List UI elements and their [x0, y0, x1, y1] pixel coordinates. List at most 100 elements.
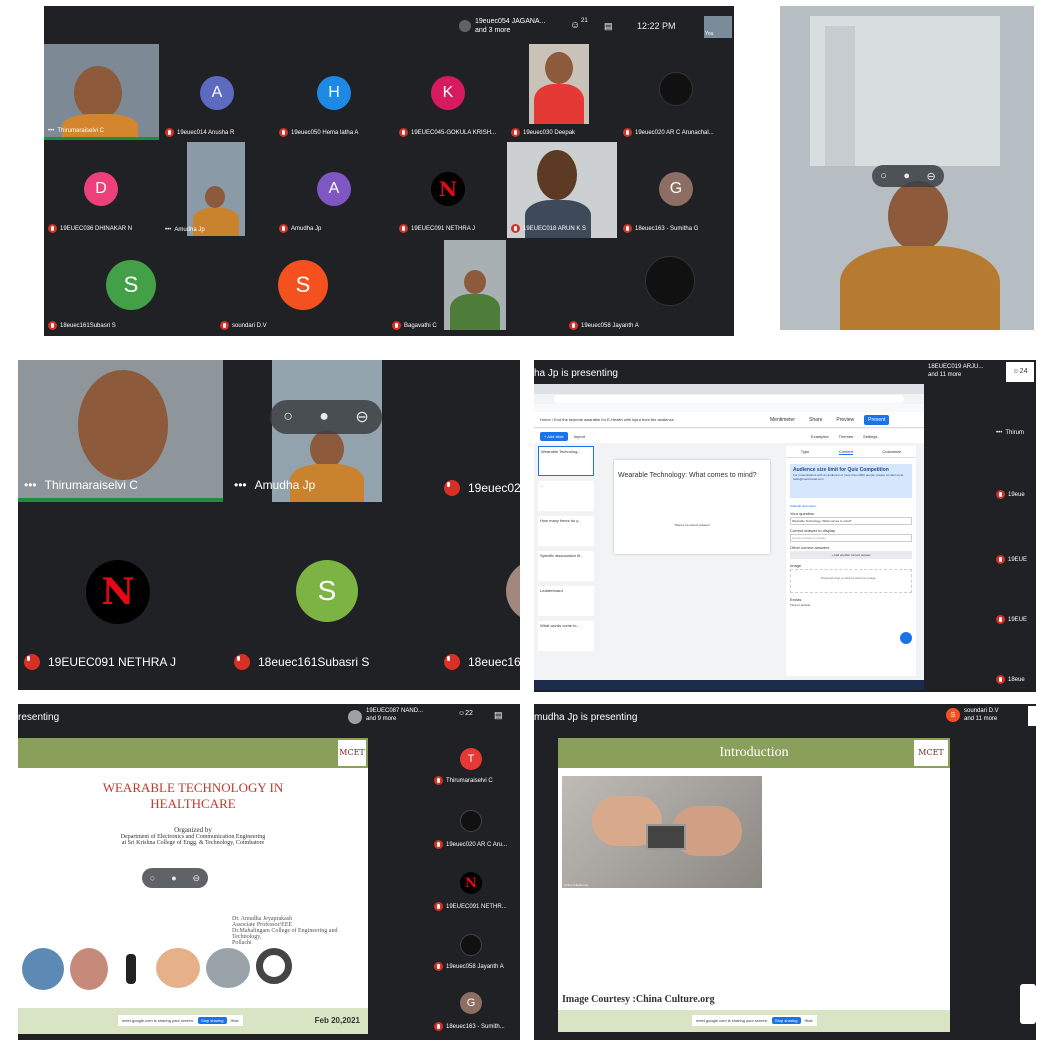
participant-avatar: D — [84, 172, 118, 206]
slide-canvas[interactable]: Wearable Technology: What comes to mind?… — [614, 460, 770, 554]
correct-answer-input[interactable]: Correct answer to display — [790, 534, 912, 542]
no-correct-text: There's no correct answer! — [674, 523, 710, 527]
hide-button[interactable]: Hide — [231, 1018, 239, 1023]
more-options-icon[interactable]: ••• — [48, 128, 54, 134]
mic-off-icon — [623, 224, 632, 233]
intro-presenting-panel: mudha Jp is presenting S soundari D.V an… — [534, 704, 1036, 1040]
participant-name-row: 19euec02 — [444, 480, 520, 496]
mic-off-icon — [511, 128, 520, 137]
people-button[interactable]: ☺22 — [458, 710, 473, 717]
import-button[interactable]: Import — [574, 434, 585, 439]
more-options-icon[interactable]: ••• — [165, 227, 171, 233]
tab-customize[interactable]: Customize — [882, 449, 901, 454]
pin-icon[interactable]: ○ — [880, 170, 887, 182]
mic-off-icon — [279, 128, 288, 137]
participant-name-row: ••• Amudha Jp — [234, 478, 315, 492]
tile-controls: ○ ● ⊖ — [142, 868, 208, 888]
remove-icon[interactable]: ⊖ — [355, 407, 368, 427]
participant-name-row: 18euec161Subasri S — [48, 321, 116, 330]
stop-sharing-button[interactable]: Stop sharing — [772, 1017, 801, 1024]
image-caption: China Culture.org — [564, 883, 588, 887]
menti-breadcrumb[interactable]: Home / End the keynote wearable for E-He… — [540, 417, 710, 422]
speaker-college: Dr.Mahalingam College of Engineering and… — [232, 928, 338, 940]
people-icon[interactable]: ☺ — [570, 20, 580, 31]
extras-label: Extras — [790, 597, 802, 602]
question-input[interactable]: Wearable Technology: What comes to mind? — [790, 517, 912, 525]
add-description-link[interactable]: Add/edit description — [790, 504, 912, 508]
more-options-icon[interactable]: ••• — [234, 478, 247, 492]
participant-name: Thirum — [1005, 430, 1024, 436]
presentation-slide: MCET WEARABLE TECHNOLOGY IN HEALTHCARE O… — [18, 738, 368, 1034]
slide-thumb[interactable]: Wearable Technolog... — [538, 446, 594, 476]
mic-off-icon — [511, 224, 520, 233]
pin-icon[interactable]: ○ — [283, 408, 293, 426]
device-images — [22, 948, 292, 990]
participant-name: Amudha Jp — [291, 225, 322, 232]
hide-button[interactable]: Hide — [805, 1018, 813, 1023]
presenting-label: resenting — [18, 712, 60, 723]
preview-button[interactable]: Preview — [836, 417, 854, 423]
participant-name: 19EUEC091 NETHRA J — [48, 655, 177, 669]
mute-icon[interactable]: ● — [903, 170, 910, 182]
more-options-icon[interactable]: ••• — [996, 430, 1002, 436]
add-another-button[interactable]: + Add another correct answer — [790, 551, 912, 559]
mute-icon[interactable]: ● — [171, 873, 176, 883]
participant-avatar — [645, 256, 695, 306]
netflix-icon: N — [431, 172, 465, 206]
slide-thumb[interactable]: How many times do y... — [538, 516, 594, 546]
chat-icon[interactable]: ▤ — [494, 710, 503, 721]
present-button[interactable]: Present — [864, 414, 890, 425]
remove-icon[interactable]: ⊖ — [927, 170, 936, 183]
mic-off-icon — [434, 840, 443, 849]
people-button[interactable] — [1028, 706, 1036, 726]
image-dropzone[interactable]: Drag and drop or click to select an imag… — [790, 569, 912, 593]
netflix-icon: N — [460, 872, 482, 894]
avatar-initial: S — [295, 272, 311, 297]
participant-name-row: 19eue — [996, 490, 1025, 499]
participant-name: 19EUE — [1008, 556, 1028, 563]
mic-off-icon — [392, 321, 401, 330]
address-bar[interactable] — [554, 395, 904, 403]
mic-off-icon — [234, 654, 250, 670]
mic-off-icon — [623, 128, 632, 137]
more-options-icon[interactable]: ••• — [24, 478, 37, 492]
mute-icon[interactable]: ● — [319, 408, 329, 426]
share-button[interactable]: Share — [809, 417, 822, 423]
chat-icon[interactable]: ▤ — [604, 21, 613, 32]
slide-thumb[interactable]: ... — [538, 481, 594, 511]
tab-content[interactable]: Content — [838, 449, 853, 455]
slide-thumb[interactable]: What words come to... — [538, 621, 594, 651]
presenting-label: mudha Jp is presenting — [534, 712, 638, 723]
people-button[interactable]: ☺24 — [1006, 362, 1034, 382]
mic-off-icon — [399, 224, 408, 233]
add-slide-button[interactable]: + Add slide — [540, 431, 568, 441]
stop-sharing-button[interactable]: Stop sharing — [198, 1017, 227, 1024]
participant-name-row: Thirumaraiselvi C — [434, 776, 493, 785]
slide-thumb[interactable]: Leaderboard — [538, 586, 594, 616]
menti-name[interactable]: Mentimeter — [770, 417, 795, 423]
participant-name: Thirumaraiselvi C — [57, 128, 104, 134]
themes-button[interactable]: Themes — [839, 434, 853, 439]
participant-video — [444, 240, 506, 330]
share-notice: meet.google.com is sharing your screen. — [122, 1018, 195, 1023]
settings-button[interactable]: Settings — [863, 434, 877, 439]
participant-name-row: ••• Thirumaraiselvi C — [24, 478, 138, 492]
your-question-label: Your question — [790, 511, 815, 516]
participant-name: 18euec16 — [468, 655, 520, 669]
slide-thumb[interactable]: Specific dissociation fil... — [538, 551, 594, 581]
participant-face — [545, 52, 573, 84]
help-icon[interactable] — [900, 632, 912, 644]
avatar-initial: D — [95, 180, 107, 197]
participant-face — [888, 181, 948, 251]
tab-type[interactable]: Type — [801, 449, 810, 454]
participant-name: 19euec020 AR C Arunachal... — [635, 129, 714, 136]
browser-window: Home / End the keynote wearable for E-He… — [534, 384, 924, 690]
remove-icon[interactable]: ⊖ — [193, 873, 201, 884]
participant-tile: K 19EUEC045-GOKULA KRISH... — [395, 44, 505, 140]
examples-button[interactable]: Examples — [811, 434, 829, 439]
participant-tile: Bagavathi C — [388, 240, 563, 336]
logo-text: MCET — [339, 748, 365, 757]
speaker-place: Pollachi — [232, 940, 252, 946]
pin-icon[interactable]: ○ — [150, 873, 155, 883]
mic-off-icon — [434, 902, 443, 911]
